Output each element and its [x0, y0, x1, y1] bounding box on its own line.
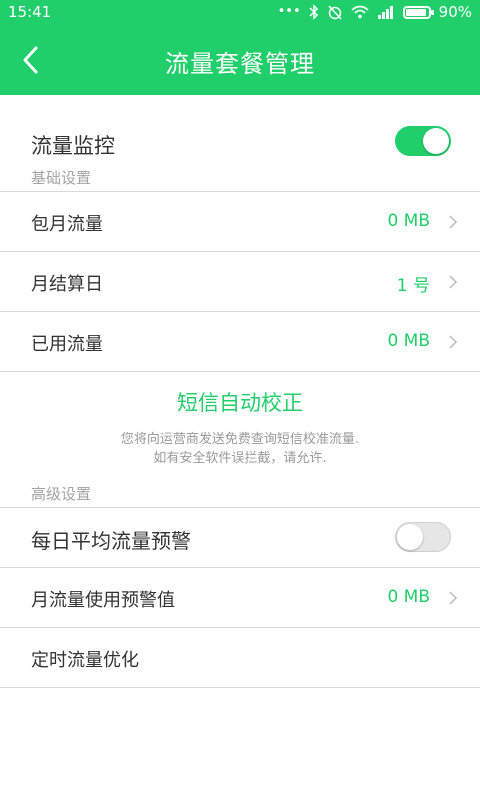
row-label: 月结算日 [31, 274, 103, 295]
row-value: 1 号 [396, 276, 430, 296]
toggle-knob [423, 128, 449, 154]
row-value: 0 MB [387, 211, 430, 231]
status-bar: 15:41 ••• 90% [0, 0, 480, 26]
row-label: 已用流量 [31, 334, 103, 355]
row-label: 包月流量 [31, 214, 103, 235]
list-item-daily-warning[interactable]: 每日平均流量预警 [0, 508, 480, 568]
title-bar: 流量套餐管理 [0, 26, 480, 95]
alarm-off-icon [328, 5, 342, 20]
battery-percent: 90% [438, 3, 472, 21]
sms-correction-button[interactable]: 短信自动校正 [0, 387, 480, 417]
signal-icon [377, 6, 393, 19]
battery-level [405, 8, 427, 16]
chevron-right-icon [449, 335, 458, 349]
battery-icon [402, 5, 434, 19]
sms-desc-line1: 您将向运营商发送免费查询短信校准流量. [120, 432, 360, 447]
chevron-right-icon [449, 275, 458, 289]
row-value: 0 MB [387, 587, 430, 607]
app-header: 15:41 ••• 90% 流量套餐管理 [0, 0, 480, 95]
bluetooth-icon [309, 4, 318, 20]
chevron-right-icon [449, 215, 458, 229]
row-value: 0 MB [387, 331, 430, 351]
list-item-monthly-warning[interactable]: 月流量使用预警值 0 MB [0, 568, 480, 628]
row-label: 月流量使用预警值 [31, 590, 175, 611]
list-item-timed-optimize[interactable]: 定时流量优化 [0, 628, 480, 688]
basic-settings-title: 基础设置 [31, 169, 92, 187]
chevron-right-icon [449, 591, 458, 605]
toggle-knob [397, 524, 423, 550]
list-item-settlement-day[interactable]: 月结算日 1 号 [0, 252, 480, 312]
advanced-settings-title: 高级设置 [31, 485, 92, 503]
list-item-monthly-flow[interactable]: 包月流量 0 MB [0, 192, 480, 252]
list-item-used-flow[interactable]: 已用流量 0 MB [0, 312, 480, 372]
more-dots-icon: ••• [277, 4, 301, 19]
wifi-icon [351, 5, 369, 19]
row-label: 每日平均流量预警 [31, 529, 191, 553]
status-time: 15:41 [8, 3, 52, 21]
monitor-toggle[interactable] [395, 126, 451, 156]
status-icons: ••• 90% [278, 3, 472, 21]
monitor-label: 流量监控 [31, 134, 115, 158]
row-label: 定时流量优化 [31, 650, 139, 671]
daily-warning-toggle[interactable] [395, 522, 451, 552]
sms-desc-line2: 如有安全软件误拦截，请允许. [153, 451, 327, 466]
monitor-row[interactable]: 流量监控 [0, 118, 480, 168]
page-title: 流量套餐管理 [165, 50, 315, 78]
